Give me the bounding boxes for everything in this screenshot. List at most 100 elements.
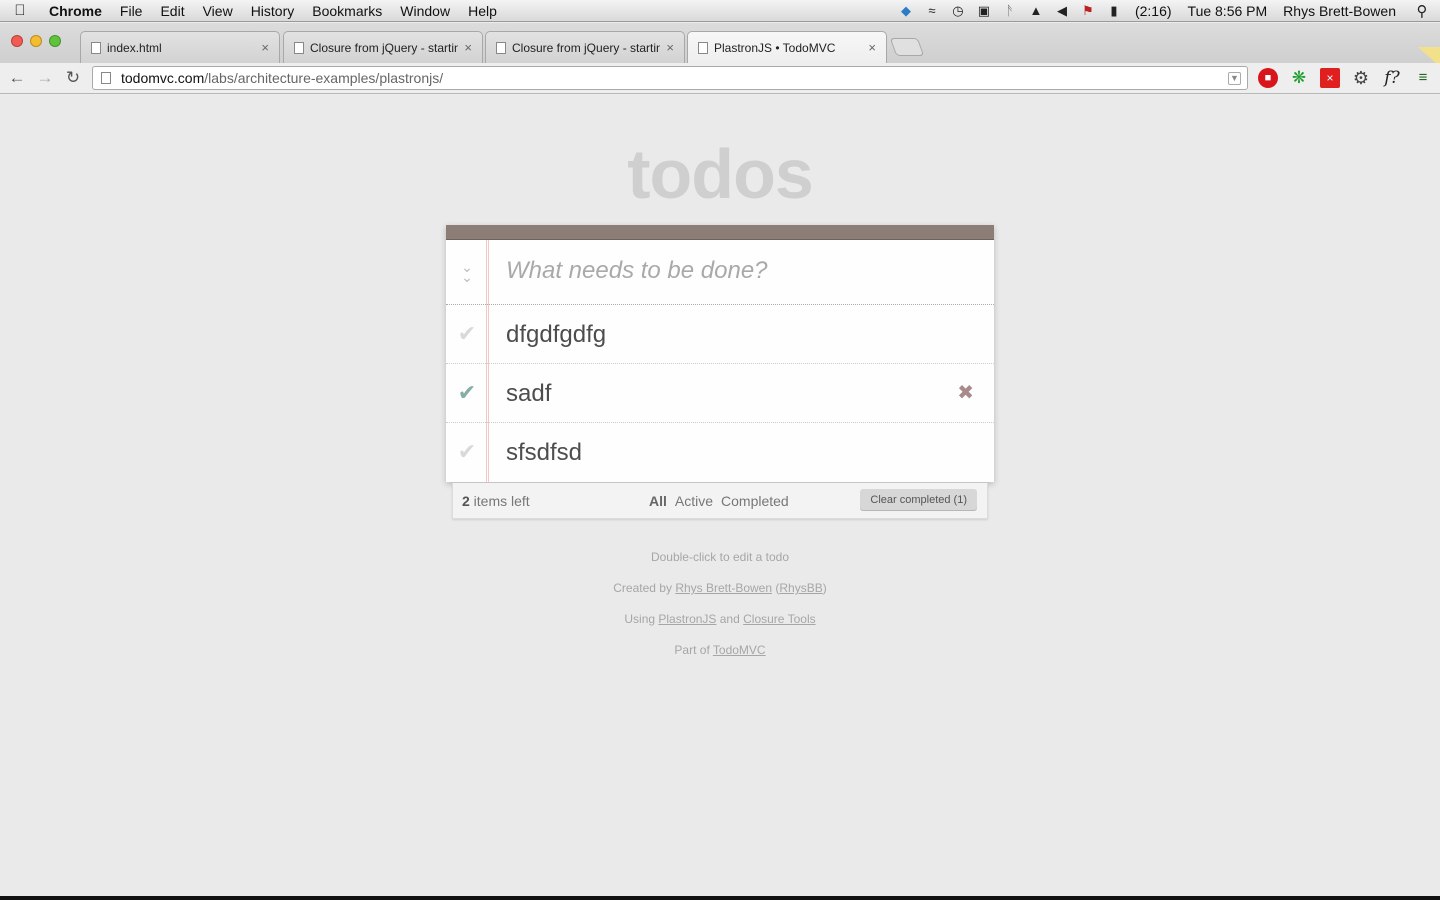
mac-menu-bar:  Chrome File Edit View History Bookmark… xyxy=(0,0,1440,22)
forward-arrow-icon[interactable]: → xyxy=(34,67,56,89)
tab-title: PlastronJS • TodoMVC xyxy=(714,40,836,55)
tab-close-icon[interactable]: × xyxy=(464,40,472,55)
menu-bookmarks[interactable]: Bookmarks xyxy=(303,0,391,22)
window-zoom-button[interactable] xyxy=(49,35,61,47)
toggle-checkmark-icon[interactable]: ✔ xyxy=(456,439,478,465)
author-link[interactable]: Rhys Brett-Bowen xyxy=(675,581,772,595)
volume-icon[interactable]: ◀ xyxy=(1049,3,1075,19)
items-left-count: 2 items left xyxy=(462,493,530,509)
todo-item[interactable]: ✔ dfgdfgdfg xyxy=(446,305,994,364)
new-todo-input[interactable]: What needs to be done? xyxy=(506,257,768,285)
tab-strip: index.html × Closure from jQuery - start… xyxy=(0,23,1440,71)
tab-close-icon[interactable]: × xyxy=(261,40,269,55)
closure-tools-link[interactable]: Closure Tools xyxy=(743,612,815,626)
delete-x-icon[interactable]: ✖ xyxy=(957,380,974,405)
using-and: and xyxy=(716,612,744,626)
dropbox-icon[interactable]: ◆ xyxy=(893,3,919,19)
window-close-button[interactable] xyxy=(11,35,23,47)
plastronjs-link[interactable]: PlastronJS xyxy=(658,612,716,626)
menu-app-chrome[interactable]: Chrome xyxy=(40,0,111,22)
wifi-icon[interactable]: ▲ xyxy=(1023,3,1049,18)
using-line: Using PlastronJS and Closure Tools xyxy=(0,612,1440,626)
url-host: todomvc.com xyxy=(121,70,205,86)
bluetooth-icon[interactable]: ᚫ xyxy=(997,3,1023,18)
page-icon xyxy=(101,72,111,84)
gear-icon[interactable]: ⚙ xyxy=(1351,68,1371,88)
credits-prefix: Created by xyxy=(613,581,676,595)
window-minimize-button[interactable] xyxy=(30,35,42,47)
todo-app: ⌄ ⌄ What needs to be done? ✔ dfgdfgdfg ✔ … xyxy=(446,225,994,482)
tab-plastronjs-todomvc[interactable]: PlastronJS • TodoMVC × xyxy=(687,31,887,63)
todo-footer: 2 items left All Active Completed Clear … xyxy=(452,483,988,519)
credits-line: Created by Rhys Brett-Bowen (RhysBB) xyxy=(0,581,1440,595)
filter-completed[interactable]: Completed xyxy=(721,493,789,509)
green-extension-icon[interactable]: ❋ xyxy=(1289,68,1309,88)
app-title: todos xyxy=(627,135,814,213)
page-icon xyxy=(91,41,101,54)
reload-icon[interactable]: ↻ xyxy=(62,67,84,89)
window-controls xyxy=(11,35,61,47)
display-icon[interactable]: ▣ xyxy=(971,3,997,19)
tab-close-icon[interactable]: × xyxy=(868,40,876,55)
tab-closure-jquery-1[interactable]: Closure from jQuery - startin × xyxy=(283,31,483,63)
tab-index-html[interactable]: index.html × xyxy=(80,31,280,63)
dropdown-arrow-icon[interactable]: ▼ xyxy=(1228,71,1241,85)
spotlight-search-icon[interactable]: ⚲ xyxy=(1404,2,1440,20)
menu-edit[interactable]: Edit xyxy=(151,0,193,22)
new-tab-button[interactable] xyxy=(889,38,925,56)
url-path: /labs/architecture-examples/plastronjs/ xyxy=(204,70,444,86)
part-prefix: Part of xyxy=(674,643,713,657)
toggle-all-chevron-icon[interactable]: ⌄ ⌄ xyxy=(458,260,476,284)
menu-window[interactable]: Window xyxy=(391,0,459,22)
address-bar[interactable]: todomvc.com/labs/architecture-examples/p… xyxy=(92,66,1248,90)
menu-help[interactable]: Help xyxy=(459,0,506,22)
clear-completed-button[interactable]: Clear completed (1) xyxy=(860,489,977,511)
filter-all[interactable]: All xyxy=(649,493,667,509)
tab-title: Closure from jQuery - startin xyxy=(512,40,661,55)
page-icon xyxy=(496,41,506,54)
close-extension-icon[interactable]: × xyxy=(1320,68,1340,88)
battery-icon[interactable]: ▮ xyxy=(1101,3,1127,19)
filter-active[interactable]: Active xyxy=(675,493,713,509)
back-arrow-icon[interactable]: ← xyxy=(6,67,28,89)
menubar-user[interactable]: Rhys Brett-Bowen xyxy=(1275,3,1404,19)
twitter-handle-link[interactable]: RhysBB xyxy=(779,581,822,595)
menubar-clock[interactable]: Tue 8:56 PM xyxy=(1180,3,1276,19)
tab-title: index.html xyxy=(107,40,162,55)
time-machine-icon[interactable]: ◷ xyxy=(945,3,971,19)
page-icon xyxy=(698,41,708,54)
toggle-checkmark-icon[interactable]: ✔ xyxy=(456,380,478,406)
app-header-bar xyxy=(446,225,994,240)
filter-links: All Active Completed xyxy=(649,493,789,509)
apple-menu-icon[interactable]:  xyxy=(0,2,40,19)
toggle-checkmark-icon[interactable]: ✔ xyxy=(456,321,478,347)
stop-extension-icon[interactable]: ■ xyxy=(1258,68,1278,88)
menu-history[interactable]: History xyxy=(242,0,304,22)
menu-file[interactable]: File xyxy=(111,0,152,22)
airdrop-icon[interactable]: ≈ xyxy=(919,3,945,18)
todo-item[interactable]: ✔ sadf ✖ xyxy=(446,364,994,423)
browser-toolbar: ← → ↻ todomvc.com/labs/architecture-exam… xyxy=(0,63,1440,94)
tab-title: Closure from jQuery - startin xyxy=(310,40,459,55)
flag-us-icon[interactable]: ⚑ xyxy=(1075,3,1101,19)
battery-time: (2:16) xyxy=(1134,2,1172,19)
part-of-line: Part of TodoMVC xyxy=(0,643,1440,657)
todo-label[interactable]: sfsdfsd xyxy=(506,439,582,467)
paren-close: ) xyxy=(822,581,827,595)
tab-closure-jquery-2[interactable]: Closure from jQuery - startin × xyxy=(485,31,685,63)
window-bottom-edge xyxy=(0,896,1440,900)
todo-label[interactable]: sadf xyxy=(506,380,551,408)
todo-label[interactable]: dfgdfgdfg xyxy=(506,321,606,349)
edit-hint: Double-click to edit a todo xyxy=(650,550,790,564)
todomvc-link[interactable]: TodoMVC xyxy=(713,643,766,657)
menu-view[interactable]: View xyxy=(194,0,242,22)
items-left-number: 2 xyxy=(462,493,470,509)
page-icon xyxy=(294,41,304,54)
using-prefix: Using xyxy=(624,612,659,626)
todo-item[interactable]: ✔ sfsdfsd xyxy=(446,423,994,482)
wrench-menu-icon[interactable]: ≡ xyxy=(1413,68,1433,88)
new-todo-row: ⌄ ⌄ What needs to be done? xyxy=(446,240,994,305)
items-left-text: items left xyxy=(469,493,530,509)
function-extension-icon[interactable]: f? xyxy=(1380,68,1404,88)
tab-close-icon[interactable]: × xyxy=(666,40,674,55)
